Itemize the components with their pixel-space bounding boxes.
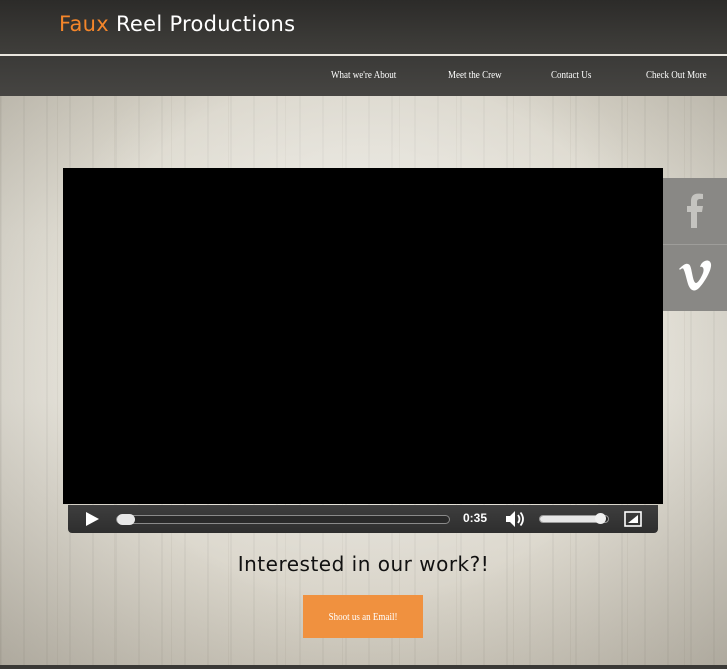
nav-item-more[interactable]: Check Out More bbox=[646, 69, 707, 81]
vimeo-icon bbox=[679, 260, 712, 291]
video-screen[interactable] bbox=[63, 168, 663, 504]
video-time: 0:35 bbox=[463, 511, 488, 525]
video-controls: 0:35 bbox=[68, 505, 658, 533]
play-icon[interactable] bbox=[84, 511, 100, 527]
site-header: Faux Reel Productions bbox=[0, 0, 727, 56]
volume-slider[interactable] bbox=[539, 513, 609, 524]
footer-strip bbox=[0, 665, 727, 669]
email-button-label: Shoot us an Email! bbox=[328, 610, 398, 623]
vimeo-link[interactable] bbox=[663, 245, 727, 311]
volume-slider-fill bbox=[540, 516, 601, 522]
seek-bar[interactable] bbox=[116, 514, 450, 525]
main-nav: What we're About Meet the Crew Contact U… bbox=[0, 56, 727, 96]
volume-icon[interactable] bbox=[505, 510, 527, 528]
facebook-icon bbox=[687, 193, 703, 228]
nav-item-contact[interactable]: Contact Us bbox=[551, 69, 591, 81]
fullscreen-icon[interactable] bbox=[624, 511, 642, 527]
cta-heading: Interested in our work?! bbox=[237, 552, 490, 576]
social-sidebar bbox=[663, 178, 727, 311]
logo-text: Reel Productions bbox=[108, 12, 296, 36]
nav-item-crew[interactable]: Meet the Crew bbox=[448, 69, 502, 81]
site-logo[interactable]: Faux Reel Productions bbox=[59, 12, 295, 36]
logo-accent-text: Faux bbox=[59, 12, 109, 36]
volume-slider-thumb[interactable] bbox=[595, 513, 606, 524]
email-button[interactable]: Shoot us an Email! bbox=[303, 595, 423, 638]
facebook-link[interactable] bbox=[663, 178, 727, 245]
nav-item-about[interactable]: What we're About bbox=[331, 69, 396, 81]
seek-bar-thumb[interactable] bbox=[117, 514, 135, 525]
